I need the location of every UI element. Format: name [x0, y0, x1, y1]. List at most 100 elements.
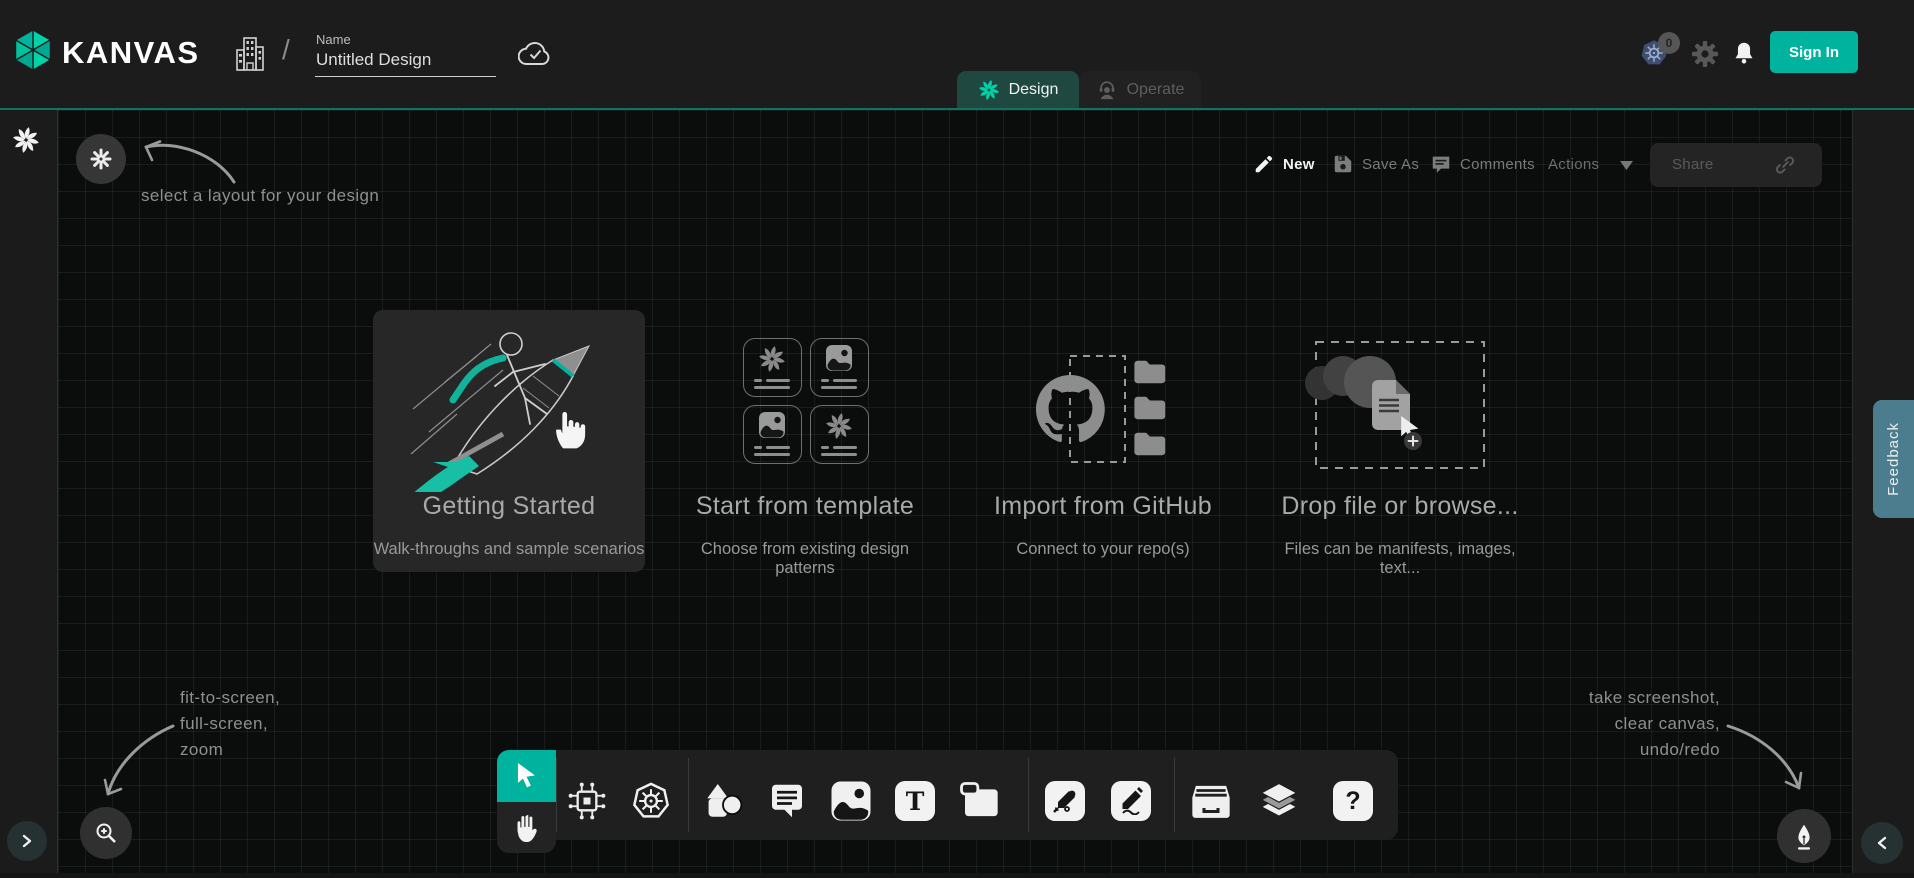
card-import-from-github[interactable]: Import from GitHub Connect to your repo(…: [967, 310, 1239, 572]
cloud-saved-icon: [518, 40, 552, 67]
notifications-bell-icon[interactable]: [1731, 40, 1757, 66]
pen-nib-icon: [1791, 822, 1817, 850]
chevron-left-icon: [1874, 835, 1890, 851]
tab-operate-label: Operate: [1127, 81, 1185, 99]
card-subtitle: Choose from existing design patterns: [669, 540, 941, 578]
screenshot-hint-arrow: [1722, 712, 1807, 797]
shapes-tool[interactable]: [701, 779, 745, 823]
actions-caret-icon[interactable]: [1620, 161, 1633, 171]
pen-tool[interactable]: [1043, 779, 1087, 823]
design-name-input[interactable]: [315, 50, 496, 77]
share-link-icon: [1774, 154, 1796, 176]
kanvas-logo-icon[interactable]: [10, 27, 56, 73]
feedback-label: Feedback: [1885, 422, 1902, 496]
shapes-icon: [702, 780, 744, 822]
select-cursor-icon: [515, 763, 539, 789]
layers-icon: [1258, 780, 1300, 822]
layout-selector-button[interactable]: [76, 134, 126, 184]
design-spiral-icon: [978, 79, 1000, 101]
zoom-hint-line: zoom: [180, 740, 223, 760]
share-button[interactable]: Share: [1650, 143, 1822, 187]
github-import-illustration: [1003, 350, 1213, 474]
new-button[interactable]: New: [1283, 156, 1315, 173]
note-tool[interactable]: [957, 779, 1001, 823]
card-subtitle: Connect to your repo(s): [967, 540, 1239, 559]
text-icon: T: [895, 781, 935, 821]
left-rail: [0, 110, 57, 878]
chip-icon: [566, 780, 608, 822]
card-subtitle: Walk-throughs and sample scenarios: [373, 540, 645, 559]
hover-cursor-hand: [551, 406, 591, 450]
card-getting-started[interactable]: Getting Started Walk-throughs and sample…: [373, 310, 645, 572]
settings-gear-icon[interactable]: [1691, 40, 1719, 68]
screenshot-pen-button[interactable]: [1777, 809, 1831, 863]
image-icon: [830, 780, 872, 822]
zoom-hint-arrow: [95, 712, 180, 802]
comment-tool[interactable]: [765, 779, 809, 823]
design-name-label: Name: [316, 32, 351, 47]
kubernetes-wheel-icon: [630, 780, 672, 822]
drawer-icon: [1190, 781, 1232, 821]
layout-hint-arrow: [130, 132, 245, 192]
select-tool[interactable]: [497, 750, 556, 802]
layers-tool[interactable]: [1257, 779, 1301, 823]
zoom-in-magnifier-icon: [94, 821, 118, 845]
template-thumb-spiral: [743, 338, 802, 397]
template-thumb-spiral: [810, 405, 869, 464]
help-tool[interactable]: ?: [1331, 779, 1375, 823]
screenshot-hint-line: undo/redo: [1480, 740, 1720, 760]
doodle-tool[interactable]: [1109, 779, 1153, 823]
note-icon: [958, 780, 1000, 822]
breadcrumb-separator: /: [282, 34, 290, 66]
pointer-tool-column: [497, 750, 556, 853]
chevron-right-icon: [19, 833, 35, 849]
card-title: Drop file or browse...: [1264, 492, 1536, 521]
image-tool[interactable]: [829, 779, 873, 823]
card-title: Getting Started: [373, 492, 645, 521]
tab-operate[interactable]: Operate: [1079, 71, 1201, 108]
comments-button[interactable]: Comments: [1460, 156, 1535, 173]
text-tool[interactable]: T: [893, 779, 937, 823]
save-as-button[interactable]: Save As: [1362, 156, 1419, 173]
sign-in-button[interactable]: Sign In: [1770, 31, 1858, 73]
comments-icon[interactable]: [1430, 153, 1452, 175]
pen-icon: [1045, 781, 1085, 821]
card-start-from-template[interactable]: Start from template Choose from existing…: [669, 310, 941, 572]
comment-icon: [767, 781, 807, 821]
card-drop-file[interactable]: Drop file or browse... Files can be mani…: [1264, 310, 1536, 572]
card-subtitle: Files can be manifests, images, text...: [1264, 540, 1536, 578]
zoom-hint-line: fit-to-screen,: [180, 688, 280, 708]
collapse-panel-button[interactable]: [1861, 822, 1903, 864]
kubernetes-tool[interactable]: [629, 779, 673, 823]
template-thumb-image: [743, 405, 802, 464]
meshery-spiral-icon[interactable]: [12, 126, 40, 154]
tab-design[interactable]: Design: [957, 71, 1079, 108]
drop-file-illustration: [1300, 336, 1500, 476]
pan-hand-icon: [512, 812, 542, 844]
screenshot-hint-line: take screenshot,: [1480, 688, 1720, 708]
components-tool[interactable]: [565, 779, 609, 823]
rocket-illustration: [383, 314, 635, 492]
zoom-button[interactable]: [80, 807, 132, 859]
layout-hint-text: select a layout for your design: [141, 186, 379, 206]
kubernetes-context-badge: 0: [1658, 32, 1680, 54]
organization-icon[interactable]: [234, 33, 266, 75]
actions-dropdown[interactable]: Actions: [1548, 156, 1599, 173]
screenshot-hint-line: clear canvas,: [1480, 714, 1720, 734]
drawer-tool[interactable]: [1189, 779, 1233, 823]
card-title: Import from GitHub: [967, 492, 1239, 521]
save-as-icon[interactable]: [1332, 153, 1354, 175]
bottom-strip: [0, 873, 1914, 878]
card-title: Start from template: [669, 492, 941, 521]
share-label: Share: [1672, 156, 1714, 173]
template-thumb-image: [810, 338, 869, 397]
pan-tool[interactable]: [497, 802, 556, 853]
expand-panel-button[interactable]: [7, 821, 47, 861]
feedback-tab[interactable]: Feedback: [1873, 400, 1914, 518]
layout-asterisk-icon: [89, 147, 113, 171]
operate-headset-icon: [1096, 79, 1118, 101]
zoom-hint-line: full-screen,: [180, 714, 268, 734]
help-question-icon: ?: [1333, 781, 1373, 821]
kanvas-app: KANVAS / Name 0 Sign In Design: [0, 0, 1914, 878]
new-pencil-icon[interactable]: [1253, 153, 1275, 175]
